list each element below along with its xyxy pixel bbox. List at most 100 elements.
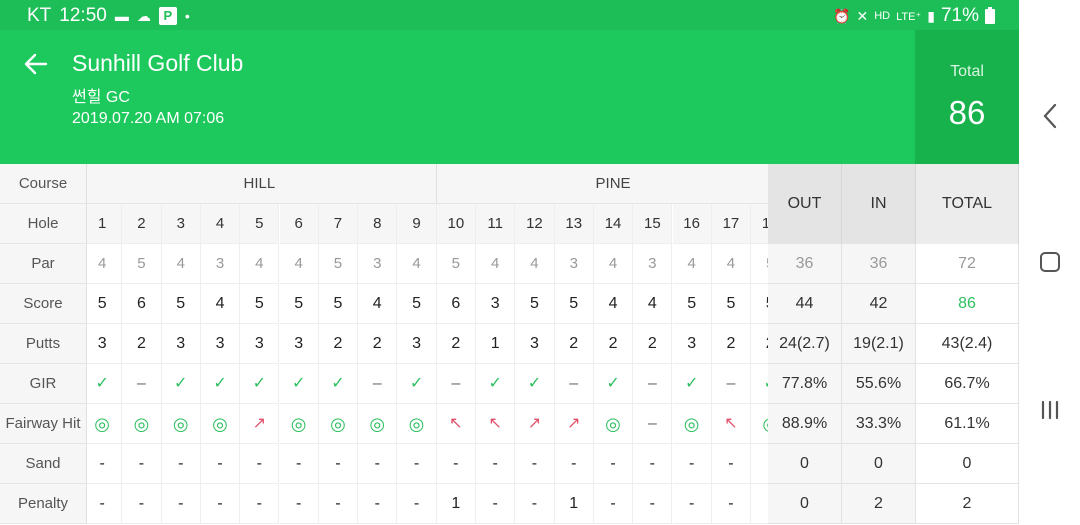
round-datetime: 2019.07.20 AM 07:06 [72,110,225,127]
fairway-cell: ↗ [240,404,280,444]
summary-score-cell: 44 [768,284,842,324]
fairway-cell: ◎ [318,404,359,444]
score-cell: 5 [711,284,752,324]
score-cell: 6 [436,284,476,324]
summary-sand-cell: 0 [842,444,916,484]
fairway-cell: ◎ [279,404,319,444]
holes-scroll-area[interactable]: HILLPINE12345678910111213141516171845434… [87,164,768,525]
penalty-cell: - [593,484,634,524]
row-label: Putts [0,324,87,364]
summary-penalty-cell: 2 [916,484,1019,524]
summary-fairway-cell: 61.1% [916,404,1019,444]
sand-cell: - [593,444,634,484]
putts-cell: 1 [476,324,516,364]
fairway-cell: ◎ [200,404,241,444]
par-cell: 4 [279,244,319,284]
gir-cell: – [633,364,673,404]
par-cell: 5 [122,244,162,284]
nav-home-button[interactable] [1019,247,1080,277]
penalty-cell: - [200,484,241,524]
arrow-up-right-icon: ↗ [567,415,581,432]
score-cell: 5 [240,284,280,324]
penalty-cell: - [358,484,398,524]
score-cell: 6 [122,284,162,324]
target-icon: ◎ [408,414,425,434]
par-cell: 4 [87,244,123,284]
check-icon: ✓ [409,375,424,392]
club-name: Sunhill Golf Club [72,50,244,76]
score-cell: 4 [200,284,241,324]
target-icon: ◎ [330,414,346,434]
par-cell: 5 [318,244,359,284]
dash-icon: – [647,415,657,432]
hole-number: 2 [122,204,162,244]
par-cell: 5 [436,244,476,284]
target-icon: ◎ [94,414,110,434]
arrow-up-right-icon: ↗ [527,415,542,432]
penalty-cell: - [161,484,201,524]
summary-fairway-cell: 88.9% [768,404,842,444]
hole-number: 16 [672,204,712,244]
sand-cell: - [711,444,752,484]
fairway-cell: ↖ [711,404,752,444]
putts-cell: 2 [358,324,398,364]
summary-par-cell: 36 [842,244,916,284]
home-square-icon [1039,252,1060,272]
target-icon: ◎ [172,414,189,434]
lte-label: LTE⁺ [896,10,922,23]
course-header: PINE [436,164,768,204]
par-cell: 5 [751,244,768,284]
hole-number: 12 [515,204,555,244]
arrow-up-left-icon: ↖ [724,415,738,432]
penalty-cell: - [397,484,437,524]
par-cell: 4 [515,244,555,284]
nav-recents-button[interactable] [1019,395,1080,425]
fairway-cell: ↖ [436,404,476,444]
hole-number: 1 [87,204,123,244]
par-cell: 3 [554,244,594,284]
hole-number: 15 [633,204,673,244]
gir-cell: – [711,364,752,404]
putts-cell: 3 [200,324,241,364]
sand-cell: - [397,444,437,484]
score-cell: 4 [633,284,673,324]
sand-cell: - [554,444,594,484]
summary-header-out: OUT [768,164,842,244]
gir-cell: – [358,364,398,404]
target-icon: ◎ [683,414,700,434]
sand-cell: - [200,444,241,484]
cloud-icon: ☁ [136,7,151,24]
gir-cell: ✓ [87,364,123,404]
back-button[interactable] [18,46,54,82]
dash-icon: – [569,375,579,392]
score-cell: 5 [672,284,712,324]
recents-icon [1041,400,1058,420]
arrow-up-left-icon: ↖ [488,415,502,432]
putts-cell: 2 [554,324,594,364]
hole-number: 18 [751,204,768,244]
gir-cell: ✓ [318,364,359,404]
scorecard-table: Course Hole Par Score Putts GIR Fairway Hit San… [0,164,1019,525]
fairway-cell: ◎ [751,404,768,444]
app-root: KT 12:50 ▬ ☁ P • ⏰ ✕ HD LTE⁺ ▮ 71% Sunhi… [0,0,1080,525]
check-icon: ✓ [331,375,345,392]
gir-cell: ✓ [476,364,516,404]
nav-back-button[interactable] [1019,98,1080,134]
fairway-cell: ◎ [161,404,201,444]
par-cell: 3 [200,244,241,284]
hole-number: 6 [279,204,319,244]
summary-header-in: IN [842,164,916,244]
check-icon: ✓ [174,375,188,392]
penalty-cell: - [751,484,768,524]
dash-icon: – [451,375,461,392]
hole-number: 11 [476,204,516,244]
total-score-box: Total 86 [915,30,1019,164]
score-cell: 4 [358,284,398,324]
arrow-up-right-icon: ↗ [252,415,267,432]
dot-icon: • [184,8,190,24]
score-cell: 5 [751,284,768,324]
summary-par-cell: 72 [916,244,1019,284]
par-cell: 4 [672,244,712,284]
target-icon: ◎ [369,414,386,434]
signal-icon: ▮ [927,7,935,24]
